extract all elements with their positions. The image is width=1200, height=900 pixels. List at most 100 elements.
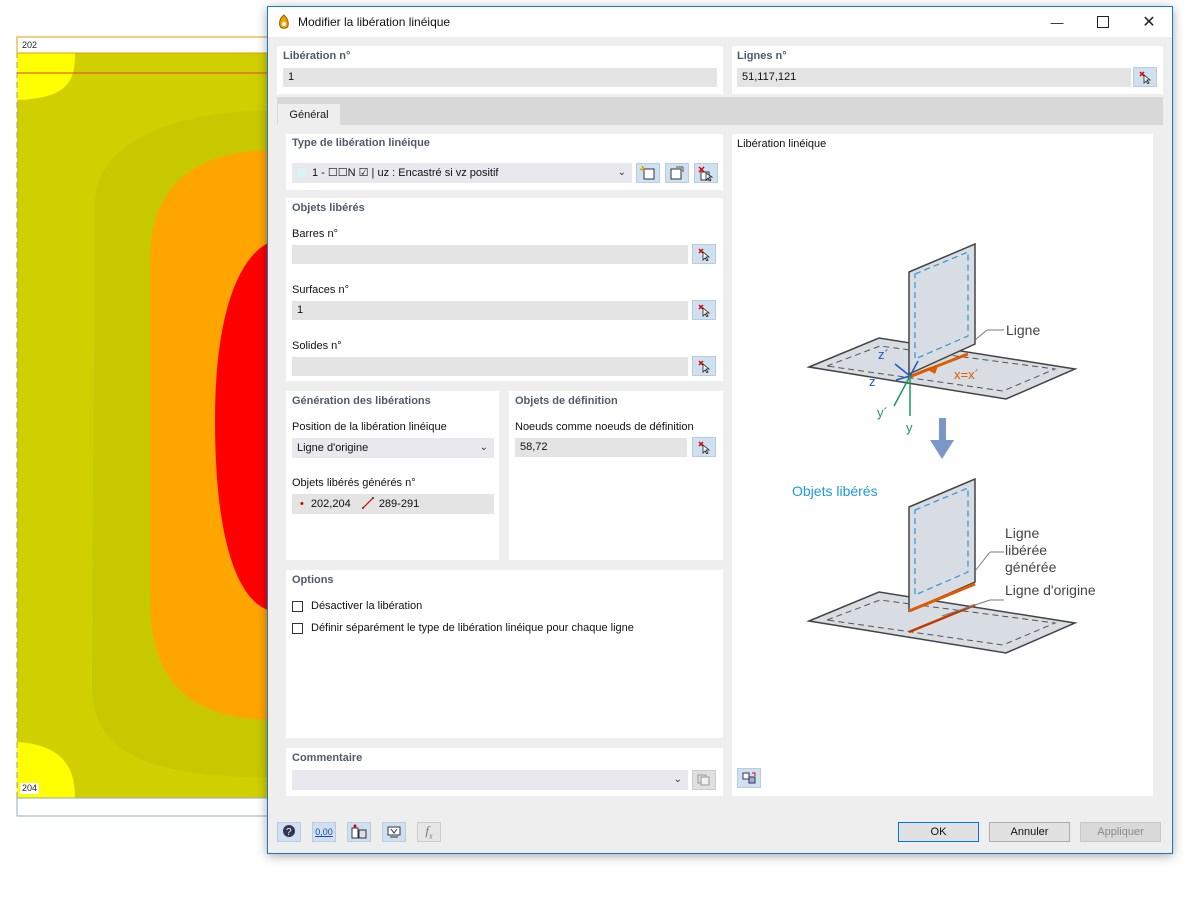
deactivate-checkbox[interactable] bbox=[292, 601, 303, 612]
release-type-select[interactable]: 1 - ☐☐N ☑ | uz : Encastré si vz positif … bbox=[292, 163, 632, 183]
surfaces-label: Surfaces n° bbox=[292, 284, 349, 296]
maximize-icon[interactable] bbox=[1080, 7, 1126, 37]
cursor-pick-icon bbox=[698, 360, 711, 373]
svg-text:?: ? bbox=[286, 827, 292, 838]
pick-surfaces-button[interactable] bbox=[692, 300, 716, 320]
released-objects-label: Objets libérés bbox=[292, 202, 365, 214]
pick-solids-button[interactable] bbox=[692, 356, 716, 376]
label-z-prime: z´ bbox=[878, 347, 889, 362]
help-icon: ? bbox=[283, 825, 295, 838]
formula-button[interactable]: fx bbox=[417, 822, 441, 842]
options-panel: Options Désactiver la libération Définir… bbox=[286, 570, 723, 738]
lines-no-field[interactable]: 51,117,121 bbox=[737, 68, 1131, 87]
ok-button[interactable]: OK bbox=[898, 822, 979, 842]
preview-toggle-button[interactable] bbox=[737, 768, 761, 788]
release-type-label: Type de libération linéique bbox=[292, 137, 430, 149]
help-button[interactable]: ? bbox=[277, 822, 301, 842]
preview-title: Libération linéique bbox=[737, 138, 827, 150]
eye-view-icon bbox=[387, 826, 401, 838]
edit-line-release-dialog: Modifier la libération linéique — ✕ Libé… bbox=[267, 6, 1173, 854]
cursor-pick-icon bbox=[698, 441, 711, 454]
edit-icon bbox=[670, 166, 684, 180]
node-label-bottom: 204 bbox=[20, 783, 40, 794]
release-no-label: Libération n° bbox=[283, 50, 351, 62]
preview-panel: Libération linéique Ligne x=x´ z´ z y´ y bbox=[732, 134, 1153, 796]
position-label: Position de la libération linéique bbox=[292, 421, 447, 433]
cursor-pick-icon bbox=[698, 248, 711, 261]
comment-copy-button[interactable] bbox=[692, 770, 716, 790]
release-diagram: Ligne x=x´ z´ z y´ y Objets libérés Lign… bbox=[792, 242, 1096, 654]
label-z: z bbox=[869, 374, 876, 389]
lines-no-panel: Lignes n° 51,117,121 bbox=[732, 46, 1163, 94]
label-y: y bbox=[906, 420, 913, 435]
new-release-type-button[interactable] bbox=[636, 163, 660, 183]
generated-nodes: 202,204 bbox=[310, 498, 351, 510]
released-objects-panel: Objets libérés Barres n° Surfaces n° 1 S… bbox=[286, 198, 723, 381]
label-y-prime: y´ bbox=[877, 405, 888, 420]
label-generated-3: générée bbox=[1005, 559, 1057, 575]
label-ligne: Ligne bbox=[1006, 322, 1040, 338]
generated-objects-label: Objets libérés générés n° bbox=[292, 477, 416, 489]
minimize-icon[interactable]: — bbox=[1034, 7, 1080, 37]
generated-lines: 289-291 bbox=[378, 498, 420, 510]
info-button[interactable] bbox=[347, 822, 371, 842]
chevron-down-icon: ⌄ bbox=[617, 167, 626, 178]
line-icon bbox=[361, 497, 374, 509]
members-field[interactable] bbox=[292, 245, 688, 264]
node-bullet-icon: • bbox=[300, 498, 304, 510]
release-no-field[interactable]: 1 bbox=[283, 68, 717, 87]
tab-strip bbox=[277, 97, 1163, 125]
units-button[interactable]: 0,00 bbox=[312, 822, 336, 842]
generated-objects-field: • 202,204 289-291 bbox=[292, 494, 494, 514]
view-button[interactable] bbox=[382, 822, 406, 842]
solids-field[interactable] bbox=[292, 357, 688, 376]
dialog-titlebar: Modifier la libération linéique — ✕ bbox=[268, 7, 1172, 37]
lines-no-label: Lignes n° bbox=[737, 50, 787, 62]
label-generated-2: libérée bbox=[1005, 542, 1047, 558]
definition-nodes-label: Noeuds comme noeuds de définition bbox=[515, 421, 694, 433]
new-icon bbox=[639, 165, 655, 180]
release-no-panel: Libération n° 1 bbox=[277, 46, 723, 94]
apply-button[interactable]: Appliquer bbox=[1080, 822, 1161, 842]
definition-panel: Objets de définition Noeuds comme noeuds… bbox=[509, 391, 723, 560]
cursor-pick-icon bbox=[1139, 71, 1152, 84]
definition-nodes-field[interactable]: 58,72 bbox=[515, 438, 687, 457]
dialog-title: Modifier la libération linéique bbox=[298, 15, 451, 29]
position-select[interactable]: Ligne d'origine ⌄ bbox=[292, 438, 494, 458]
cancel-button[interactable]: Annuler bbox=[989, 822, 1070, 842]
comment-select[interactable]: ⌄ bbox=[292, 770, 688, 790]
swap-icon bbox=[742, 772, 756, 784]
pick-release-type-button[interactable] bbox=[694, 163, 718, 183]
label-generated-1: Ligne bbox=[1005, 525, 1039, 541]
comment-panel: Commentaire ⌄ bbox=[286, 748, 723, 796]
chevron-down-icon: ⌄ bbox=[673, 774, 682, 785]
separate-type-checkbox[interactable] bbox=[292, 623, 303, 634]
generation-panel: Génération des libérations Position de l… bbox=[286, 391, 499, 560]
close-icon[interactable]: ✕ bbox=[1126, 7, 1172, 37]
pick-members-button[interactable] bbox=[692, 244, 716, 264]
node-label-top: 202 bbox=[20, 40, 40, 51]
chevron-down-icon: ⌄ bbox=[479, 442, 488, 453]
deactivate-label: Désactiver la libération bbox=[311, 600, 423, 612]
position-value: Ligne d'origine bbox=[297, 442, 369, 454]
function-icon: fx bbox=[425, 823, 433, 841]
solids-label: Solides n° bbox=[292, 340, 342, 352]
release-type-value: 1 - ☐☐N ☑ | uz : Encastré si vz positif bbox=[312, 167, 499, 179]
edit-release-type-button[interactable] bbox=[665, 163, 689, 183]
definition-label: Objets de définition bbox=[515, 395, 618, 407]
members-label: Barres n° bbox=[292, 228, 338, 240]
label-released-objects: Objets libérés bbox=[792, 483, 878, 499]
options-label: Options bbox=[292, 574, 334, 586]
generation-label: Génération des libérations bbox=[292, 395, 431, 407]
cursor-pick-icon bbox=[698, 304, 711, 317]
pick-definition-nodes-button[interactable] bbox=[692, 437, 716, 457]
copy-icon bbox=[697, 774, 710, 786]
tab-general[interactable]: Général bbox=[278, 104, 340, 126]
label-x-axis: x=x´ bbox=[954, 367, 979, 382]
pick-lines-button[interactable] bbox=[1133, 67, 1157, 87]
info-icon bbox=[351, 824, 367, 839]
comment-label: Commentaire bbox=[292, 752, 363, 764]
cursor-pick-icon bbox=[698, 166, 714, 182]
release-type-color-swatch bbox=[297, 168, 307, 179]
surfaces-field[interactable]: 1 bbox=[292, 301, 688, 320]
